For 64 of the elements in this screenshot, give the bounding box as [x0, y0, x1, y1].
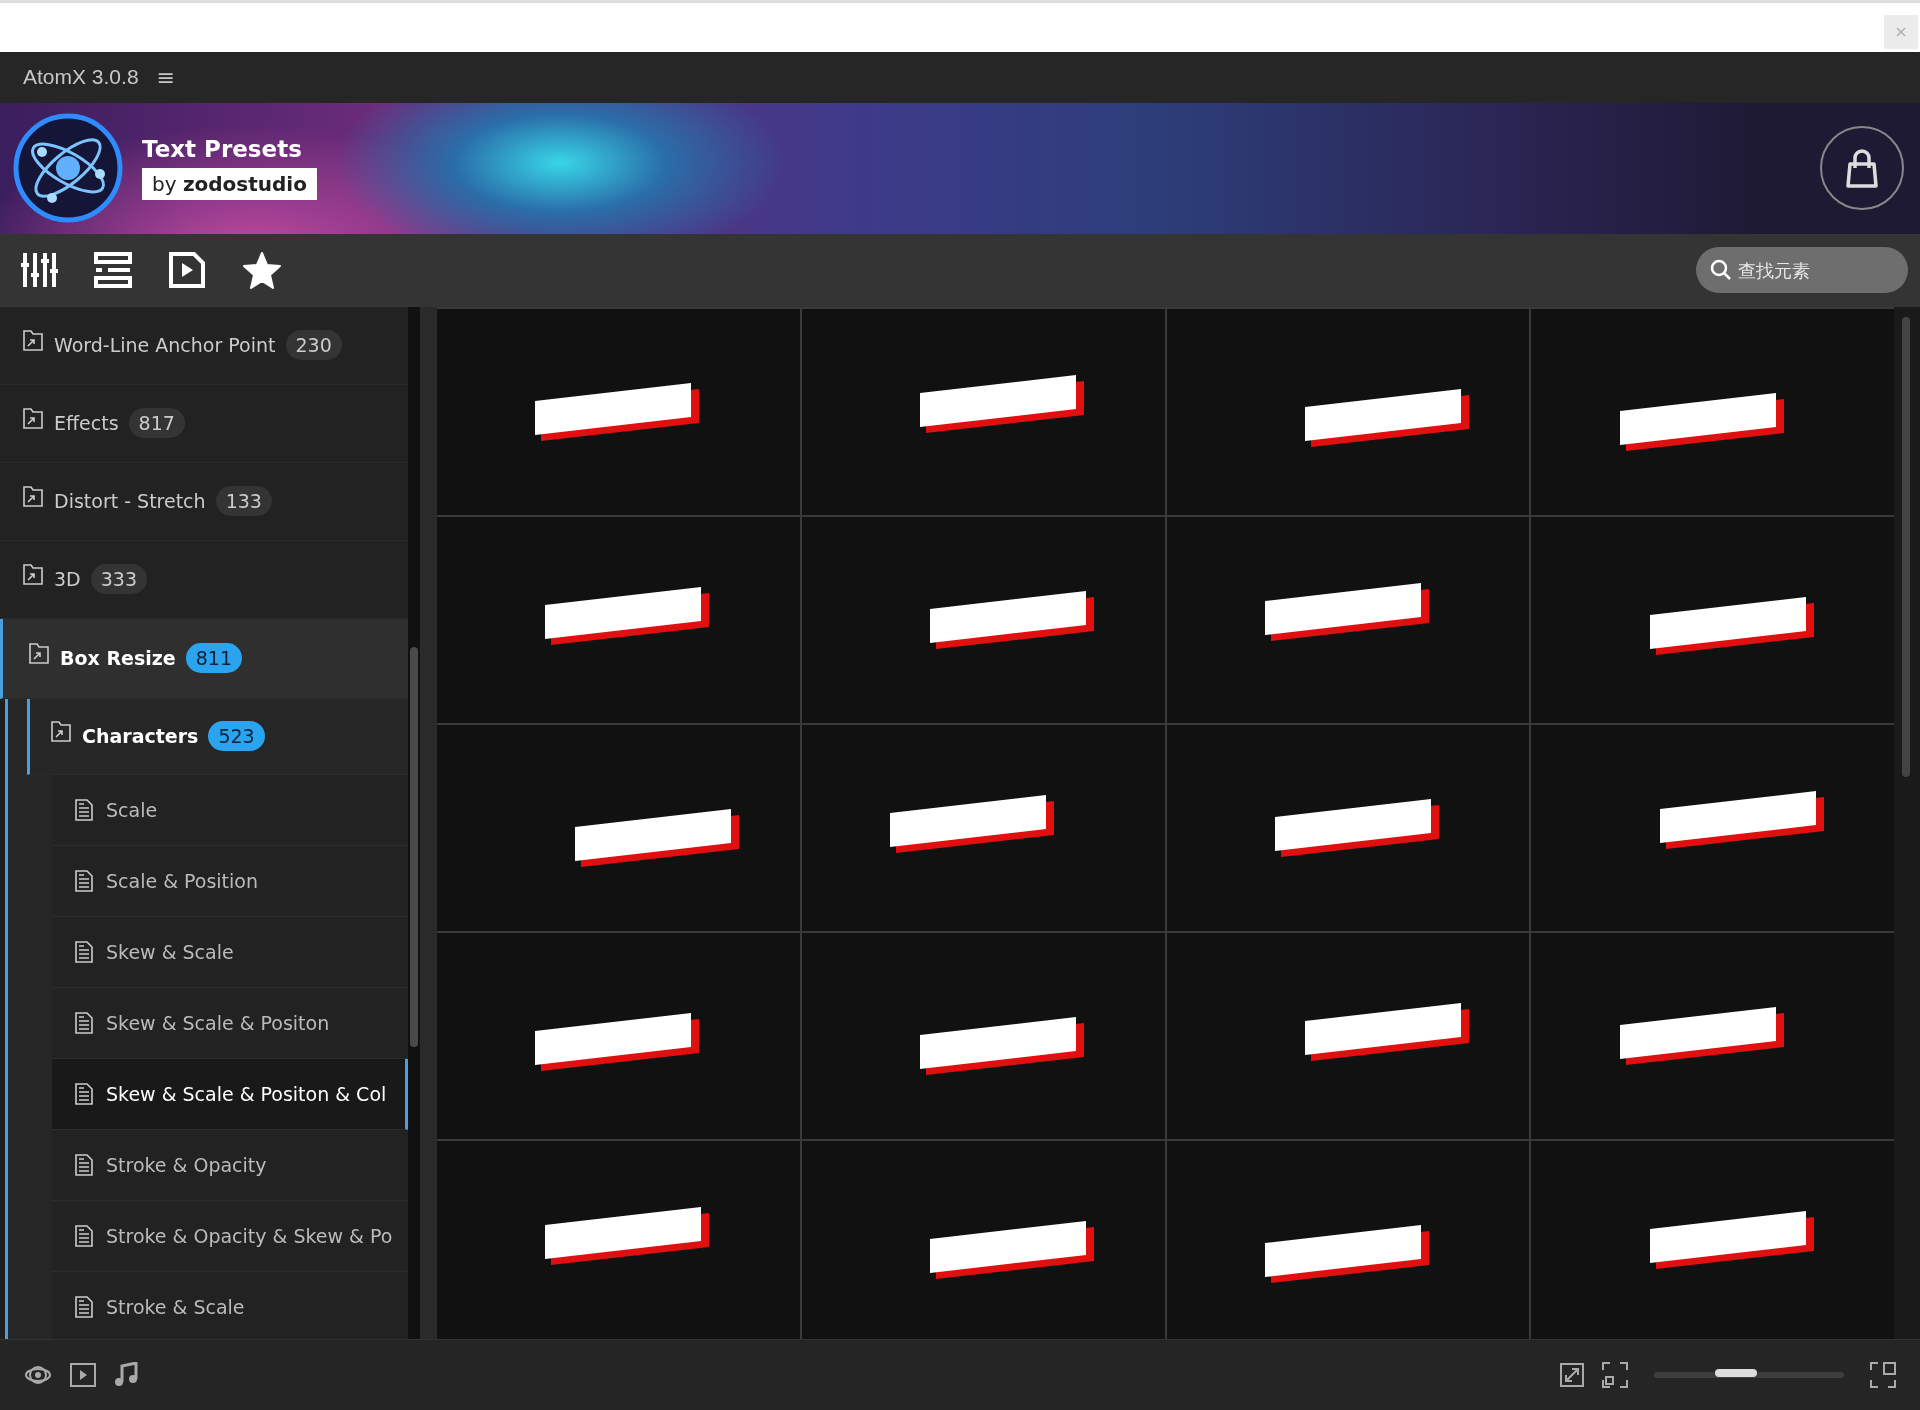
document-icon — [74, 940, 94, 963]
folder-shortcut-icon — [50, 721, 72, 744]
fit-icon — [1602, 1362, 1628, 1389]
fit-button[interactable] — [1600, 1360, 1630, 1391]
count-badge: 523 — [208, 721, 265, 752]
list-icon — [94, 252, 132, 289]
document-icon — [74, 1082, 94, 1105]
folder-shortcut-icon — [22, 330, 44, 353]
preset-item[interactable]: Stroke & Scale — [52, 1271, 408, 1340]
zoom-slider[interactable] — [1654, 1372, 1844, 1379]
search-field[interactable]: 查找元素 — [1696, 247, 1908, 294]
preset-item[interactable]: Stroke & Opacity — [52, 1129, 408, 1201]
document-icon — [74, 1153, 94, 1176]
scrollbar-thumb[interactable] — [410, 646, 418, 1047]
document-icon — [74, 869, 94, 892]
resize-button[interactable] — [1558, 1361, 1586, 1390]
expand-button[interactable] — [1868, 1360, 1898, 1391]
search-icon — [1710, 259, 1732, 282]
preset-item[interactable]: Scale — [52, 774, 408, 846]
play-icon — [70, 1363, 96, 1388]
category-label: Word-Line Anchor Point — [54, 334, 276, 357]
folder-shortcut-icon — [22, 564, 44, 587]
scrollbar-thumb[interactable] — [1902, 316, 1910, 777]
document-icon — [74, 1295, 94, 1318]
folder-shortcut-icon — [22, 408, 44, 431]
close-icon — [1895, 26, 1907, 38]
shop-button[interactable] — [1820, 126, 1904, 211]
folder-shortcut-icon — [22, 486, 44, 509]
atom-logo-icon — [12, 112, 124, 225]
banner-title: Text Presets — [142, 136, 302, 163]
star-icon — [242, 251, 282, 290]
menu-button[interactable]: ≡ — [152, 64, 179, 90]
document-icon — [74, 1011, 94, 1034]
sliders-icon — [20, 251, 58, 290]
video-file-icon — [168, 251, 206, 290]
category-item[interactable]: Box Resize 811 — [0, 618, 408, 699]
document-icon — [74, 1224, 94, 1247]
preset-item[interactable]: Skew & Scale & Positon & Col — [52, 1058, 408, 1130]
count-badge: 133 — [215, 486, 272, 517]
preset-item[interactable]: Scale & Position — [52, 845, 408, 917]
category-label: Characters — [82, 725, 199, 748]
category-label: 3D — [54, 568, 81, 591]
count-badge: 333 — [90, 564, 147, 595]
preset-item[interactable]: Skew & Scale & Positon — [52, 987, 408, 1059]
folder-shortcut-icon — [28, 643, 50, 666]
slider-thumb[interactable] — [1714, 1369, 1757, 1378]
resize-icon — [1560, 1363, 1584, 1388]
category-label: Distort - Stretch — [54, 490, 206, 513]
video-button[interactable] — [68, 1361, 98, 1390]
count-badge: 817 — [128, 408, 185, 439]
preset-item[interactable]: Skew & Scale — [52, 916, 408, 988]
count-badge: 230 — [285, 330, 342, 361]
expand-icon — [1870, 1362, 1896, 1389]
count-badge: 811 — [185, 643, 242, 674]
preset-item[interactable]: Stroke & Opacity & Skew & Po — [52, 1200, 408, 1272]
category-item[interactable]: Characters 523 — [27, 698, 408, 775]
byline-label: by zodostudio — [142, 168, 317, 201]
list-tab[interactable] — [92, 250, 134, 291]
favorites-tab[interactable] — [240, 249, 284, 292]
document-icon — [74, 798, 94, 821]
app-title: AtomX 3.0.8 — [23, 65, 139, 90]
category-label: Box Resize — [60, 647, 176, 670]
category-label: Effects — [54, 412, 119, 435]
music-note-icon — [114, 1362, 138, 1389]
